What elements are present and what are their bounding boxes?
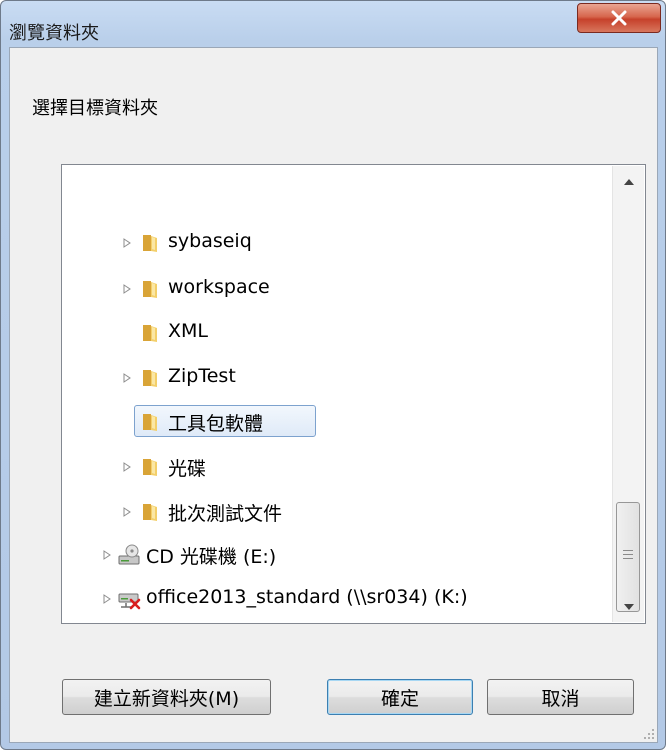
folder-icon [143,459,157,476]
expand-arrow-icon[interactable] [122,373,132,383]
folder-icon [143,281,157,298]
folder-icon [143,504,157,521]
folder-icon [143,235,157,252]
tree-item-label: 工具包軟體 [168,413,264,435]
scroll-down-arrow-icon [623,603,634,610]
scroll-down-button[interactable] [613,592,644,622]
expand-arrow-icon[interactable] [102,550,112,560]
close-button[interactable] [577,3,661,33]
vertical-scrollbar[interactable] [612,166,644,622]
folder-icon [143,325,157,342]
folder-icon [143,370,157,387]
title-bar[interactable]: 瀏覽資料夾 [1,1,665,47]
tree-item-label: sybaseiq [168,230,252,252]
expand-arrow-icon[interactable] [122,507,132,517]
window-title: 瀏覽資料夾 [9,23,99,44]
browse-folder-dialog: 瀏覽資料夾 選擇目標資料夾 sybaseiq workspace XML Zip… [0,0,666,750]
tree-item-label: office2013_standard (\\sr034) (K:) [146,586,468,608]
cd-drive-icon [118,544,140,565]
tree-item-label: workspace [168,276,270,298]
folder-tree[interactable]: sybaseiq workspace XML ZipTest 工具包軟體 光碟 … [61,164,646,624]
scroll-up-button[interactable] [613,166,644,196]
expand-arrow-icon[interactable] [122,462,132,472]
new-folder-button[interactable]: 建立新資料夾(M) [62,679,271,715]
expand-arrow-icon[interactable] [122,238,132,248]
tree-item-label: 光碟 [168,458,207,480]
tree-item-label: 批次測試文件 [168,503,283,525]
tree-item-label: ZipTest [168,365,236,387]
cancel-button[interactable]: 取消 [487,679,634,715]
resize-grip-icon[interactable] [643,728,655,740]
expand-arrow-icon[interactable] [122,284,132,294]
scroll-up-arrow-icon [623,178,634,185]
folder-icon [143,414,157,431]
dialog-client-area: 選擇目標資料夾 sybaseiq workspace XML ZipTest 工… [9,47,658,743]
ok-button[interactable]: 確定 [327,679,473,715]
close-icon [611,10,627,26]
tree-item-label: XML [168,320,208,342]
tree-item-label: CD 光碟機 (E:) [146,546,277,568]
disconnected-network-drive-icon [118,593,141,610]
instruction-text: 選擇目標資料夾 [32,98,158,119]
expand-arrow-icon[interactable] [102,594,112,604]
